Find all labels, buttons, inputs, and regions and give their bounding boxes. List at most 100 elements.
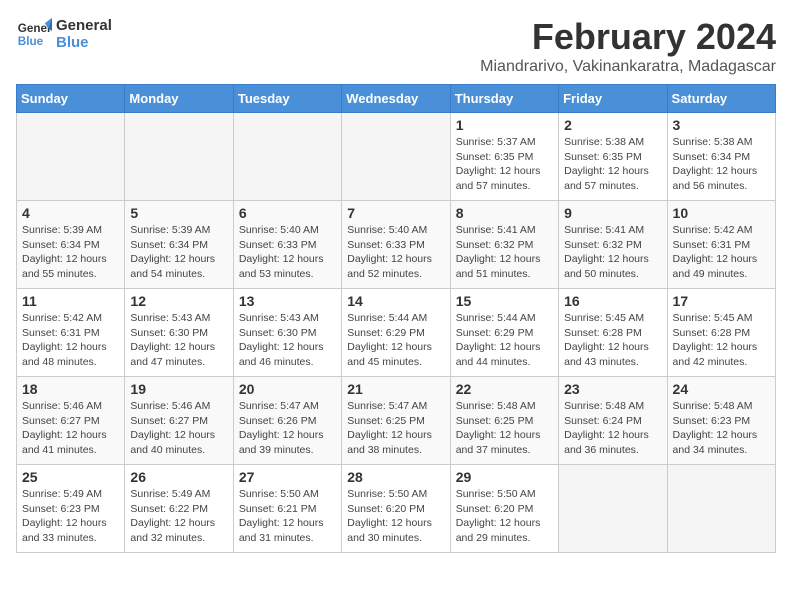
day-info: Sunrise: 5:40 AM Sunset: 6:33 PM Dayligh… — [347, 223, 444, 282]
page-header: General Blue General Blue February 2024 … — [16, 16, 776, 76]
day-number: 16 — [564, 293, 661, 309]
svg-text:Blue: Blue — [18, 35, 44, 48]
day-number: 2 — [564, 117, 661, 133]
day-number: 29 — [456, 469, 553, 485]
day-number: 20 — [239, 381, 336, 397]
day-cell-17: 17 Sunrise: 5:45 AM Sunset: 6:28 PM Dayli… — [667, 289, 775, 377]
day-cell-19: 19 Sunrise: 5:46 AM Sunset: 6:27 PM Dayli… — [125, 377, 233, 465]
day-cell-28: 28Sunrise: 5:50 AM Sunset: 6:20 PM Dayli… — [342, 465, 450, 553]
week-row-3: 11 Sunrise: 5:42 AM Sunset: 6:31 PM Dayli… — [17, 289, 776, 377]
title-section: February 2024 Miandrarivo, Vakinankaratr… — [480, 16, 776, 76]
day-info: Sunrise: 5:48 AM Sunset: 6:25 PM Dayligh… — [456, 399, 553, 458]
week-row-2: 4 Sunrise: 5:39 AM Sunset: 6:34 PM Daylig… — [17, 201, 776, 289]
day-info: Sunrise: 5:46 AM Sunset: 6:27 PM Dayligh… — [130, 399, 227, 458]
column-header-thursday: Thursday — [450, 85, 558, 113]
day-info: Sunrise: 5:50 AM Sunset: 6:21 PM Dayligh… — [239, 487, 336, 546]
day-info: Sunrise: 5:42 AM Sunset: 6:31 PM Dayligh… — [22, 311, 119, 370]
day-number: 13 — [239, 293, 336, 309]
calendar-body: 1 Sunrise: 5:37 AM Sunset: 6:35 PM Daylig… — [17, 113, 776, 553]
column-header-sunday: Sunday — [17, 85, 125, 113]
day-cell-26: 26 Sunrise: 5:49 AM Sunset: 6:22 PM Dayli… — [125, 465, 233, 553]
day-info: Sunrise: 5:43 AM Sunset: 6:30 PM Dayligh… — [130, 311, 227, 370]
day-info: Sunrise: 5:49 AM Sunset: 6:22 PM Dayligh… — [130, 487, 227, 546]
week-row-5: 25 Sunrise: 5:49 AM Sunset: 6:23 PM Dayli… — [17, 465, 776, 553]
day-cell-15: 15 Sunrise: 5:44 AM Sunset: 6:29 PM Dayli… — [450, 289, 558, 377]
month-title: February 2024 — [480, 16, 776, 58]
day-info: Sunrise: 5:42 AM Sunset: 6:31 PM Dayligh… — [673, 223, 770, 282]
day-info: Sunrise: 5:41 AM Sunset: 6:32 PM Dayligh… — [564, 223, 661, 282]
day-number: 25 — [22, 469, 119, 485]
day-cell-12: 12Sunrise: 5:43 AM Sunset: 6:30 PM Dayli… — [125, 289, 233, 377]
day-cell-1: 1 Sunrise: 5:37 AM Sunset: 6:35 PM Daylig… — [450, 113, 558, 201]
column-header-wednesday: Wednesday — [342, 85, 450, 113]
empty-cell — [233, 113, 341, 201]
day-number: 8 — [456, 205, 553, 221]
day-number: 4 — [22, 205, 119, 221]
day-cell-7: 7 Sunrise: 5:40 AM Sunset: 6:33 PM Daylig… — [342, 201, 450, 289]
day-number: 14 — [347, 293, 444, 309]
logo-line1: General — [56, 17, 112, 34]
day-info: Sunrise: 5:39 AM Sunset: 6:34 PM Dayligh… — [130, 223, 227, 282]
day-cell-22: 22Sunrise: 5:48 AM Sunset: 6:25 PM Dayli… — [450, 377, 558, 465]
calendar-header-row: SundayMondayTuesdayWednesdayThursdayFrid… — [17, 85, 776, 113]
day-number: 24 — [673, 381, 770, 397]
calendar-table: SundayMondayTuesdayWednesdayThursdayFrid… — [16, 84, 776, 553]
day-number: 26 — [130, 469, 227, 485]
day-cell-29: 29 Sunrise: 5:50 AM Sunset: 6:20 PM Dayli… — [450, 465, 558, 553]
day-number: 23 — [564, 381, 661, 397]
day-cell-24: 24 Sunrise: 5:48 AM Sunset: 6:23 PM Dayli… — [667, 377, 775, 465]
column-header-monday: Monday — [125, 85, 233, 113]
day-number: 10 — [673, 205, 770, 221]
day-cell-20: 20Sunrise: 5:47 AM Sunset: 6:26 PM Dayli… — [233, 377, 341, 465]
logo: General Blue General Blue — [16, 16, 112, 52]
day-number: 17 — [673, 293, 770, 309]
day-info: Sunrise: 5:44 AM Sunset: 6:29 PM Dayligh… — [456, 311, 553, 370]
day-number: 7 — [347, 205, 444, 221]
day-cell-16: 16 Sunrise: 5:45 AM Sunset: 6:28 PM Dayli… — [559, 289, 667, 377]
day-info: Sunrise: 5:48 AM Sunset: 6:23 PM Dayligh… — [673, 399, 770, 458]
day-info: Sunrise: 5:37 AM Sunset: 6:35 PM Dayligh… — [456, 135, 553, 194]
day-cell-6: 6 Sunrise: 5:40 AM Sunset: 6:33 PM Daylig… — [233, 201, 341, 289]
day-cell-8: 8 Sunrise: 5:41 AM Sunset: 6:32 PM Daylig… — [450, 201, 558, 289]
day-number: 6 — [239, 205, 336, 221]
day-number: 11 — [22, 293, 119, 309]
empty-cell — [667, 465, 775, 553]
day-cell-23: 23Sunrise: 5:48 AM Sunset: 6:24 PM Dayli… — [559, 377, 667, 465]
day-cell-3: 3 Sunrise: 5:38 AM Sunset: 6:34 PM Daylig… — [667, 113, 775, 201]
day-info: Sunrise: 5:39 AM Sunset: 6:34 PM Dayligh… — [22, 223, 119, 282]
day-number: 1 — [456, 117, 553, 133]
day-info: Sunrise: 5:38 AM Sunset: 6:34 PM Dayligh… — [673, 135, 770, 194]
day-cell-4: 4 Sunrise: 5:39 AM Sunset: 6:34 PM Daylig… — [17, 201, 125, 289]
day-number: 18 — [22, 381, 119, 397]
day-cell-18: 18 Sunrise: 5:46 AM Sunset: 6:27 PM Dayli… — [17, 377, 125, 465]
day-cell-27: 27Sunrise: 5:50 AM Sunset: 6:21 PM Dayli… — [233, 465, 341, 553]
day-cell-25: 25 Sunrise: 5:49 AM Sunset: 6:23 PM Dayli… — [17, 465, 125, 553]
day-info: Sunrise: 5:44 AM Sunset: 6:29 PM Dayligh… — [347, 311, 444, 370]
day-number: 3 — [673, 117, 770, 133]
column-header-tuesday: Tuesday — [233, 85, 341, 113]
day-cell-2: 2 Sunrise: 5:38 AM Sunset: 6:35 PM Daylig… — [559, 113, 667, 201]
day-number: 28 — [347, 469, 444, 485]
day-number: 5 — [130, 205, 227, 221]
logo-line2: Blue — [56, 34, 112, 51]
day-cell-9: 9Sunrise: 5:41 AM Sunset: 6:32 PM Daylig… — [559, 201, 667, 289]
week-row-1: 1 Sunrise: 5:37 AM Sunset: 6:35 PM Daylig… — [17, 113, 776, 201]
day-info: Sunrise: 5:50 AM Sunset: 6:20 PM Dayligh… — [456, 487, 553, 546]
day-cell-14: 14 Sunrise: 5:44 AM Sunset: 6:29 PM Dayli… — [342, 289, 450, 377]
location-title: Miandrarivo, Vakinankaratra, Madagascar — [480, 58, 776, 76]
day-cell-11: 11 Sunrise: 5:42 AM Sunset: 6:31 PM Dayli… — [17, 289, 125, 377]
day-number: 19 — [130, 381, 227, 397]
empty-cell — [125, 113, 233, 201]
day-cell-10: 10 Sunrise: 5:42 AM Sunset: 6:31 PM Dayli… — [667, 201, 775, 289]
day-info: Sunrise: 5:49 AM Sunset: 6:23 PM Dayligh… — [22, 487, 119, 546]
day-number: 15 — [456, 293, 553, 309]
day-info: Sunrise: 5:38 AM Sunset: 6:35 PM Dayligh… — [564, 135, 661, 194]
logo-icon: General Blue — [16, 16, 52, 52]
day-info: Sunrise: 5:46 AM Sunset: 6:27 PM Dayligh… — [22, 399, 119, 458]
day-info: Sunrise: 5:47 AM Sunset: 6:25 PM Dayligh… — [347, 399, 444, 458]
day-info: Sunrise: 5:40 AM Sunset: 6:33 PM Dayligh… — [239, 223, 336, 282]
day-info: Sunrise: 5:41 AM Sunset: 6:32 PM Dayligh… — [456, 223, 553, 282]
day-info: Sunrise: 5:45 AM Sunset: 6:28 PM Dayligh… — [564, 311, 661, 370]
empty-cell — [17, 113, 125, 201]
day-info: Sunrise: 5:45 AM Sunset: 6:28 PM Dayligh… — [673, 311, 770, 370]
